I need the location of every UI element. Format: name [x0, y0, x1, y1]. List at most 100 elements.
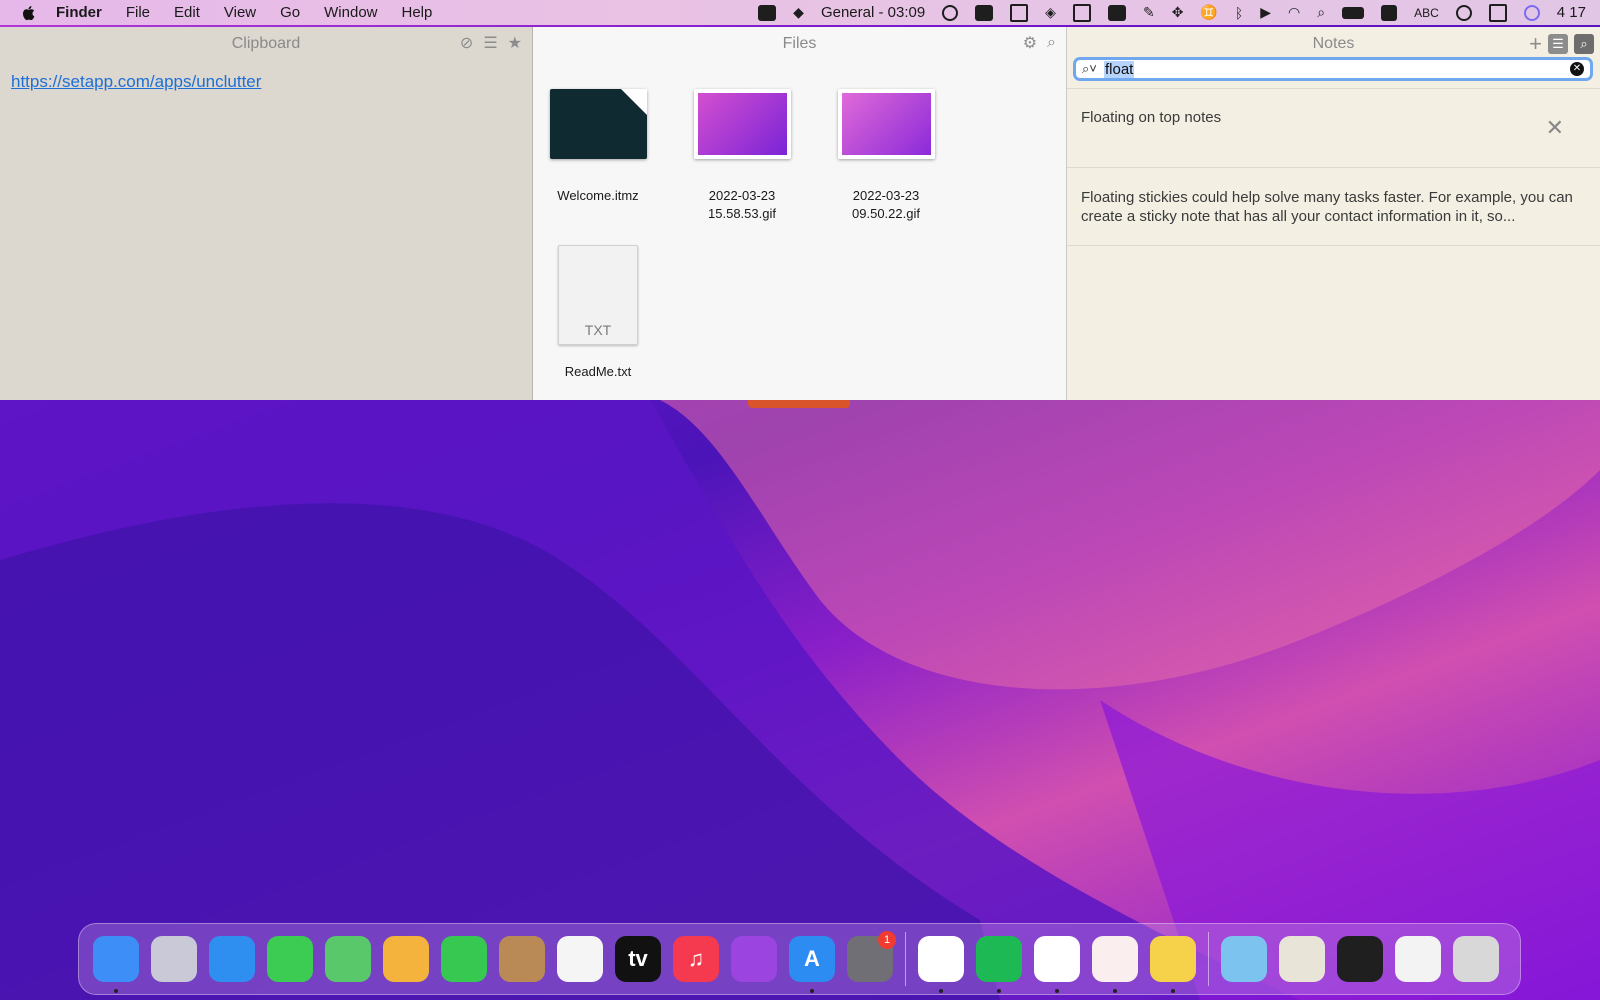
- list-view-icon[interactable]: ☰: [1548, 34, 1568, 54]
- dock-item[interactable]: [1389, 930, 1447, 988]
- clear-search-icon[interactable]: ✕: [1570, 62, 1584, 76]
- input-source-label[interactable]: ABC: [1414, 6, 1439, 20]
- running-indicator: [114, 989, 118, 993]
- unclutter-panel: Clipboard ⊘ ☰ ★ https://setapp.com/apps/…: [0, 27, 1600, 400]
- dock-item[interactable]: [203, 930, 261, 988]
- dock-item[interactable]: [912, 930, 970, 993]
- reminders-icon: [557, 936, 603, 982]
- menu-help[interactable]: Help: [402, 4, 433, 21]
- file-name: Welcome.itmz: [557, 188, 639, 203]
- menu-window[interactable]: Window: [324, 4, 377, 21]
- image-file-icon: [693, 89, 791, 159]
- dock-item[interactable]: [551, 930, 609, 988]
- dock-item[interactable]: [87, 930, 145, 993]
- finder-icon: [93, 936, 139, 982]
- dock-item[interactable]: [1086, 930, 1144, 993]
- dock-item[interactable]: [435, 930, 493, 988]
- timer-icon[interactable]: [942, 4, 959, 21]
- trash-icon: [1453, 936, 1499, 982]
- screenshot-icon[interactable]: [1010, 3, 1029, 22]
- photos-icon: [383, 936, 429, 982]
- dock-item[interactable]: [725, 930, 783, 988]
- file-type-label: TXT: [584, 322, 612, 338]
- dropbox-icon[interactable]: ✥: [1172, 4, 1184, 21]
- mindmap-file-icon: [549, 89, 647, 159]
- input-source-icon[interactable]: [1381, 4, 1398, 21]
- control-center-icon[interactable]: [1488, 3, 1507, 22]
- menu-file[interactable]: File: [126, 4, 150, 21]
- file-item-gif-1[interactable]: 2022-03-23 15.58.53.gif: [677, 89, 807, 223]
- dock-item[interactable]: [1144, 930, 1202, 993]
- archive-icon[interactable]: [758, 4, 777, 21]
- search-icon: ⌕˅: [1082, 61, 1097, 76]
- wifi-icon[interactable]: ◠: [1288, 4, 1300, 21]
- dock-item[interactable]: [319, 930, 377, 988]
- cast-icon[interactable]: [975, 4, 994, 21]
- note-result[interactable]: Floating on top notes ✕: [1067, 88, 1600, 167]
- user-icon[interactable]: [1455, 4, 1472, 21]
- dock-item[interactable]: [145, 930, 203, 988]
- clipboard-link[interactable]: https://setapp.com/apps/unclutter: [11, 72, 261, 92]
- display-icon[interactable]: [1072, 3, 1091, 22]
- launchpad-icon: [151, 936, 197, 982]
- clipboard-title: Clipboard: [231, 35, 301, 52]
- file-item-welcome[interactable]: Welcome.itmz: [533, 89, 663, 205]
- siri-icon[interactable]: [1523, 4, 1540, 21]
- spotlight-icon[interactable]: ⌕: [1317, 4, 1325, 21]
- dock-item[interactable]: [1215, 930, 1273, 988]
- status-text[interactable]: General - 03:09: [821, 4, 925, 21]
- menu-go[interactable]: Go: [280, 4, 300, 21]
- dock-item[interactable]: [1028, 930, 1086, 993]
- search-icon[interactable]: ⌕: [1574, 34, 1594, 54]
- bluetooth-icon[interactable]: ᛒ: [1235, 5, 1243, 21]
- dock-item[interactable]: [1273, 930, 1331, 988]
- search-icon[interactable]: ⌕: [1047, 34, 1056, 52]
- layers-icon[interactable]: ◈: [1045, 4, 1056, 21]
- star-icon[interactable]: ★: [508, 33, 522, 53]
- menu-view[interactable]: View: [224, 4, 256, 21]
- search-query[interactable]: float: [1104, 60, 1135, 78]
- contacts-icon: [499, 936, 545, 982]
- menu-edit[interactable]: Edit: [174, 4, 200, 21]
- slack-icon: [1034, 936, 1080, 982]
- apple-menu-icon[interactable]: [20, 4, 38, 22]
- safari-icon: [209, 936, 255, 982]
- setapp-folder-icon: [1221, 936, 1267, 982]
- spotify-icon: [976, 936, 1022, 982]
- dock-item[interactable]: tv: [609, 930, 667, 988]
- add-note-icon[interactable]: +: [1529, 31, 1542, 57]
- file-item-gif-2[interactable]: 2022-03-23 09.50.22.gif: [821, 89, 951, 223]
- menu-clock[interactable]: 4 17: [1557, 4, 1586, 21]
- notes-pane: Notes + ☰ ⌕ ⌕˅ float ✕ Floating on top n…: [1067, 27, 1600, 400]
- file-item-readme[interactable]: TXT ReadMe.txt: [533, 245, 663, 381]
- menu-app-name[interactable]: Finder: [56, 4, 102, 21]
- dock-item[interactable]: [261, 930, 319, 988]
- sidecar-icon[interactable]: [1107, 4, 1126, 21]
- dock-item[interactable]: [1331, 930, 1389, 988]
- close-icon[interactable]: ✕: [1546, 115, 1564, 141]
- pen-icon[interactable]: ✎: [1143, 4, 1155, 21]
- dock-separator: [905, 932, 906, 986]
- airpods-icon[interactable]: ♊: [1200, 4, 1217, 21]
- notes-toolbar: + ☰ ⌕: [1529, 31, 1594, 57]
- dock-item[interactable]: [493, 930, 551, 988]
- list-icon[interactable]: ☰: [483, 33, 497, 53]
- dock-item[interactable]: [1447, 930, 1505, 988]
- dock-item[interactable]: 1: [841, 930, 899, 988]
- fox-icon[interactable]: ◆: [793, 4, 804, 21]
- dock-item[interactable]: A: [783, 930, 841, 993]
- battery-icon[interactable]: [1342, 6, 1365, 19]
- dock-item[interactable]: [377, 930, 435, 988]
- clipboard-toolbar: ⊘ ☰ ★: [460, 33, 522, 53]
- note-result[interactable]: Floating stickies could help solve many …: [1067, 167, 1600, 246]
- dock-item[interactable]: ♫: [667, 930, 725, 988]
- clear-icon[interactable]: ⊘: [460, 33, 473, 53]
- downloads-stack-icon: [1279, 936, 1325, 982]
- play-icon[interactable]: ▶: [1260, 4, 1271, 21]
- dock-apps: tv ♫ A 1: [87, 930, 899, 993]
- note-preview: Floating stickies could help solve many …: [1081, 189, 1573, 225]
- gear-icon[interactable]: ⚙: [1023, 33, 1037, 53]
- files-pane: Files ⚙ ⌕ Welcome.itmz 2022-03-23 15.58.…: [533, 27, 1067, 400]
- dock-item[interactable]: [970, 930, 1028, 993]
- notes-search-input[interactable]: ⌕˅ float ✕: [1073, 57, 1593, 81]
